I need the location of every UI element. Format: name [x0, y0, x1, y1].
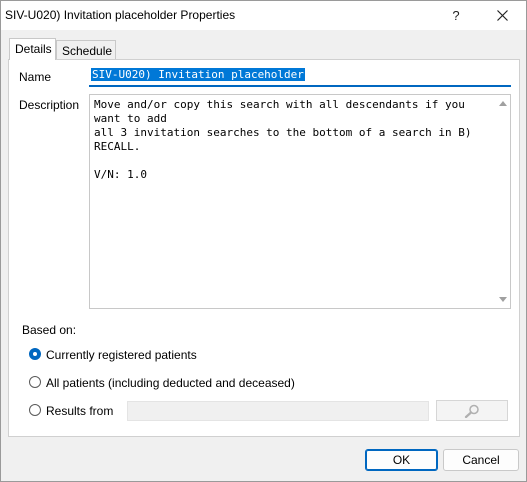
description-text: Move and/or copy this search with all de… — [94, 98, 472, 181]
name-label: Name — [19, 70, 52, 84]
description-label: Description — [19, 98, 80, 112]
based-on-label: Based on: — [22, 323, 77, 337]
name-value: SIV-U020) Invitation placeholder — [91, 68, 305, 81]
scroll-up-icon[interactable] — [499, 101, 507, 106]
radio-label: All patients (including deducted and dec… — [46, 376, 295, 390]
tab-schedule[interactable]: Schedule — [56, 40, 116, 60]
scroll-down-icon[interactable] — [499, 297, 507, 302]
cancel-button[interactable]: Cancel — [443, 449, 519, 471]
description-textarea[interactable]: Move and/or copy this search with all de… — [89, 94, 511, 309]
window-title: SIV-U020) Invitation placeholder Propert… — [5, 8, 236, 22]
results-from-field — [127, 401, 429, 421]
description-scrollbar[interactable] — [496, 95, 510, 308]
help-button[interactable]: ? — [434, 1, 478, 30]
details-panel: Name SIV-U020) Invitation placeholder De… — [8, 59, 520, 437]
radio-label: Results from — [46, 404, 114, 418]
close-button[interactable] — [480, 1, 524, 30]
radio-button[interactable] — [29, 376, 41, 388]
magnifier-icon — [464, 404, 479, 418]
name-input[interactable]: SIV-U020) Invitation placeholder — [89, 65, 511, 87]
radio-button-checked[interactable] — [29, 348, 41, 360]
radio-button[interactable] — [29, 404, 41, 416]
browse-search-button — [436, 400, 508, 421]
title-bar: SIV-U020) Invitation placeholder Propert… — [1, 1, 526, 30]
radio-label: Currently registered patients — [46, 348, 197, 362]
tab-details[interactable]: Details — [9, 38, 56, 60]
ok-button[interactable]: OK — [365, 449, 438, 471]
properties-dialog: SIV-U020) Invitation placeholder Propert… — [0, 0, 527, 482]
close-icon — [496, 10, 508, 21]
